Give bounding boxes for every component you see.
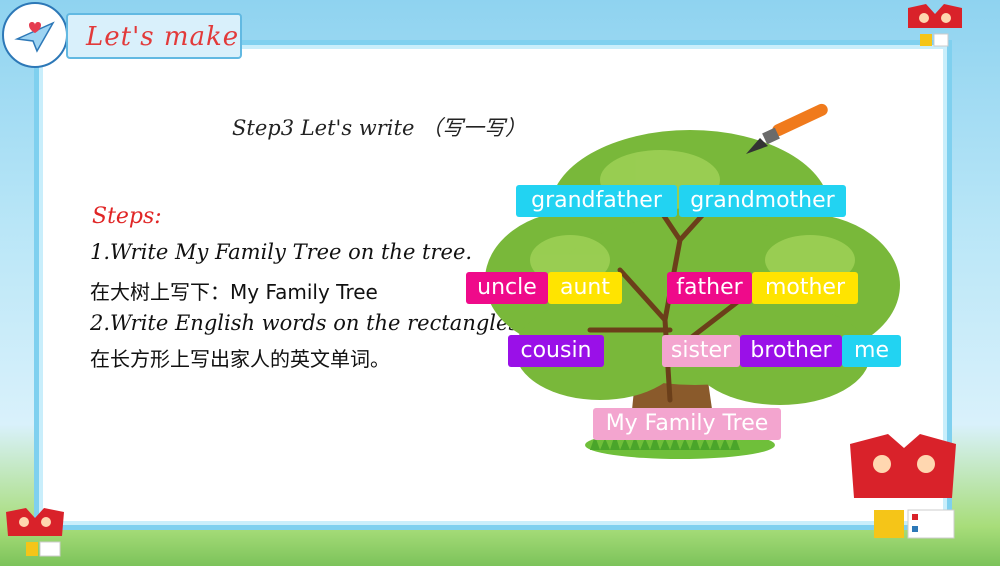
instruction-1-cn: 在大树上写下：My Family Tree: [90, 280, 378, 304]
instruction-1: 1.Write My Family Tree on the tree.: [90, 240, 473, 264]
instruction-2: 2.Write English words on the rectangles.: [90, 311, 526, 335]
word-cousin: cousin: [508, 335, 604, 367]
word-father: father: [667, 272, 752, 304]
steps-heading: Steps:: [92, 204, 162, 229]
word-grandmother: grandmother: [679, 185, 846, 217]
mascot-corner-top-icon: [908, 4, 962, 47]
word-uncle: uncle: [466, 272, 548, 304]
word-brother: brother: [740, 335, 842, 367]
instruction-2-cn: 在长方形上写出家人的英文单词。: [90, 347, 390, 371]
mascot-corner-bottom-icon: [850, 434, 956, 539]
pen-icon: [746, 103, 828, 154]
word-aunt: aunt: [548, 272, 622, 304]
school-logo: [2, 2, 68, 68]
word-grandfather: grandfather: [516, 185, 677, 217]
mascot-corner-left-icon: [6, 508, 64, 557]
paper-plane-heart-icon: [14, 21, 55, 53]
section-title: Let's make: [86, 22, 240, 52]
word-me: me: [842, 335, 901, 367]
section-title-tab: Let's make: [66, 13, 242, 59]
tree-label-box: My Family Tree: [593, 408, 781, 440]
word-sister: sister: [662, 335, 740, 367]
word-mother: mother: [752, 272, 858, 304]
